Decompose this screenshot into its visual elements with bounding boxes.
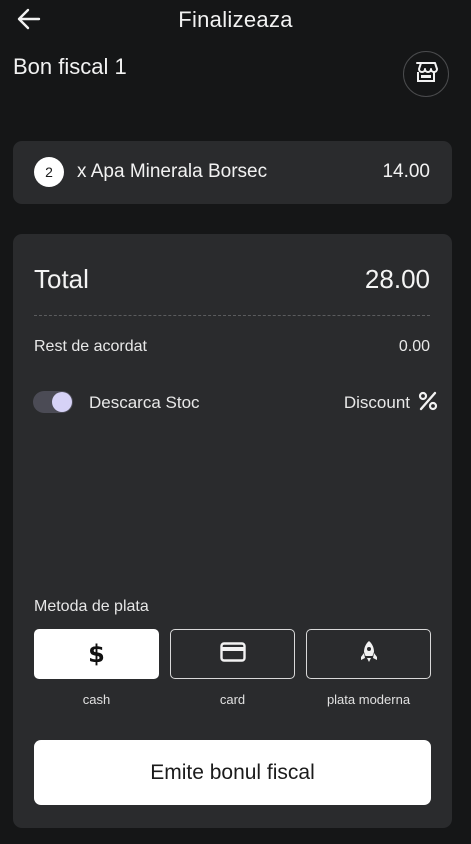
stock-toggle[interactable] <box>33 391 73 413</box>
store-icon <box>414 61 438 88</box>
discount-button[interactable]: Discount <box>344 389 438 417</box>
total-label: Total <box>34 264 89 294</box>
discount-label: Discount <box>343 393 410 412</box>
emit-receipt-button[interactable]: Emite bonul fiscal <box>34 740 431 805</box>
dollar-icon: $ <box>88 640 105 668</box>
pay-card-button[interactable] <box>170 629 295 679</box>
cart-item[interactable]: 2 x Apa Minerala Borsec 14.00 <box>13 141 452 204</box>
page-title: Finalizeaza <box>178 7 293 32</box>
pay-card-caption: card <box>219 692 246 707</box>
store-button[interactable] <box>403 51 449 97</box>
pay-modern-caption: plata moderna <box>326 692 411 707</box>
percent-icon <box>418 391 438 416</box>
item-name: x Apa Minerala Borsec <box>77 161 268 182</box>
dashed-divider <box>34 315 430 316</box>
stock-toggle-label: Descarca Stoc <box>89 393 200 412</box>
payment-method-label: Metoda de plata <box>34 598 149 615</box>
change-label: Rest de acordat <box>34 338 147 355</box>
rocket-icon <box>359 640 379 669</box>
pay-cash-button[interactable]: $ <box>34 629 159 679</box>
item-price: 14.00 <box>382 161 430 182</box>
app-header: Finalizeaza <box>0 0 471 44</box>
receipt-title: Bon fiscal 1 <box>13 54 127 79</box>
pay-modern-button[interactable] <box>306 629 431 679</box>
summary-panel: Total 28.00 Rest de acordat 0.00 Descarc… <box>13 234 452 828</box>
credit-card-icon <box>219 641 246 667</box>
total-value: 28.00 <box>364 264 430 294</box>
quantity-badge: 2 <box>34 157 64 187</box>
change-value: 0.00 <box>398 338 430 355</box>
pay-cash-caption: cash <box>82 692 111 707</box>
toggle-knob <box>52 392 72 412</box>
